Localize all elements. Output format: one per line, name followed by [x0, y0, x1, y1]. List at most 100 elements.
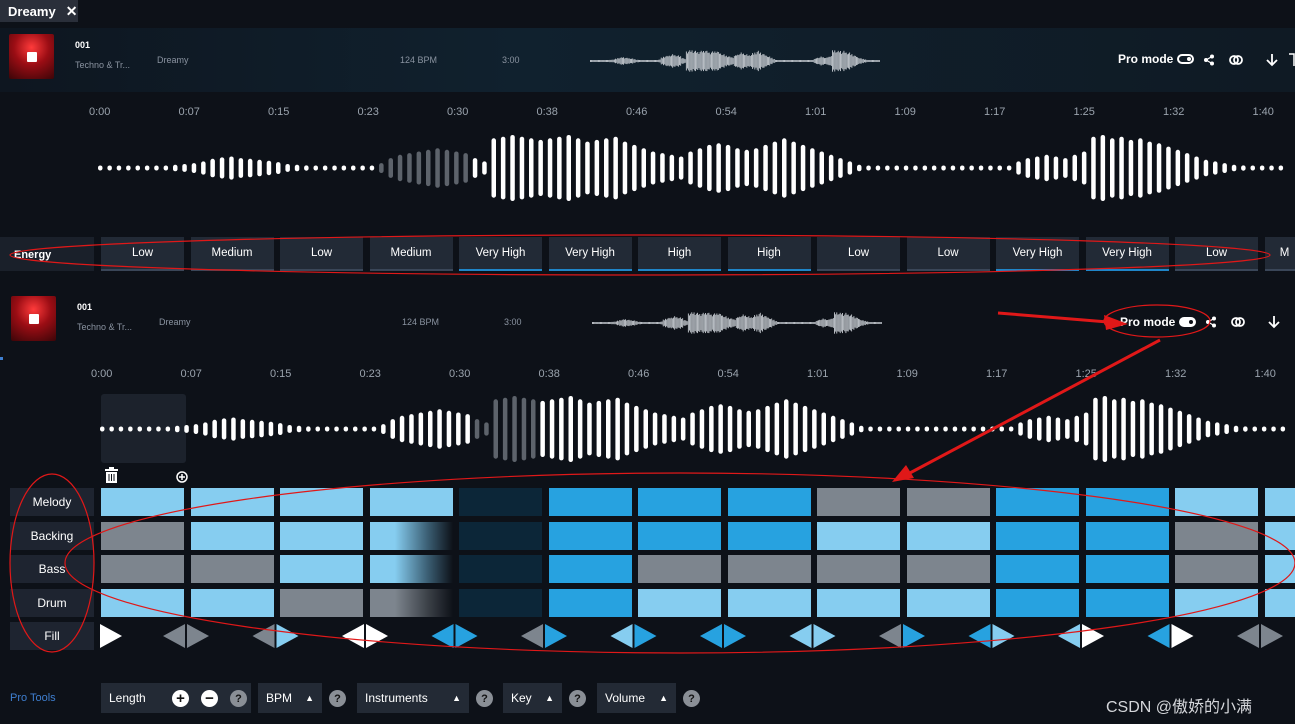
stop-icon[interactable]	[28, 313, 39, 324]
grid-cell[interactable]	[638, 555, 721, 583]
instruments-dropdown[interactable]: Instruments ▲	[357, 683, 469, 713]
grid-cell[interactable]	[906, 488, 990, 516]
grid-cell[interactable]	[369, 521, 453, 550]
grid-cell[interactable]	[101, 488, 184, 516]
fill-triangle-left[interactable]	[163, 624, 185, 648]
share-icon[interactable]	[1205, 316, 1217, 328]
fill-triangle-right[interactable]	[545, 624, 567, 648]
fill-triangle-left[interactable]	[1058, 624, 1080, 648]
grid-cell[interactable]	[727, 521, 811, 550]
energy-cell[interactable]: Very High	[1085, 237, 1169, 271]
help-icon[interactable]: ?	[329, 690, 346, 707]
fill-triangle-left[interactable]	[1147, 624, 1170, 648]
row-label-backing[interactable]: Backing	[10, 521, 94, 550]
fill-triangle-right[interactable]	[992, 624, 1015, 648]
grid-cell[interactable]	[1264, 555, 1295, 583]
fill-triangle-right[interactable]	[455, 624, 478, 648]
fill-triangle-left[interactable]	[700, 624, 722, 648]
minus-icon[interactable]: −	[201, 690, 218, 707]
energy-cell[interactable]: High	[638, 237, 721, 271]
grid-cell[interactable]	[1085, 488, 1169, 516]
grid-cell[interactable]	[190, 555, 274, 583]
fill-triangle-left[interactable]	[610, 624, 633, 648]
grid-cell[interactable]	[280, 588, 363, 617]
grid-cell[interactable]	[1264, 521, 1295, 550]
grid-cell[interactable]	[1085, 555, 1169, 583]
grid-cell[interactable]	[1175, 521, 1258, 550]
grid-cell[interactable]	[906, 555, 990, 583]
fill-triangle-left[interactable]	[252, 624, 275, 648]
energy-cell[interactable]: Very High	[548, 237, 632, 271]
grid-cell[interactable]	[906, 588, 990, 617]
grid-cell[interactable]	[190, 521, 274, 550]
energy-cell[interactable]: High	[727, 237, 811, 271]
fill-triangle-right[interactable]	[1082, 624, 1104, 648]
stop-icon[interactable]	[26, 51, 37, 62]
grid-cell[interactable]	[638, 488, 721, 516]
toggle-switch[interactable]	[1179, 317, 1197, 327]
grid-cell[interactable]	[548, 521, 632, 550]
share-icon[interactable]	[1203, 54, 1215, 66]
link-icon[interactable]	[1229, 53, 1243, 67]
grid-cell[interactable]	[101, 521, 184, 550]
fill-triangle-left[interactable]	[879, 624, 901, 648]
grid-cell[interactable]	[1264, 588, 1295, 617]
more-icon[interactable]	[1288, 53, 1295, 67]
grid-cell[interactable]	[459, 488, 542, 516]
fill-triangle-left[interactable]	[1237, 624, 1259, 648]
energy-cell[interactable]: Very High	[996, 237, 1079, 271]
fill-triangle-left[interactable]	[968, 624, 991, 648]
grid-cell[interactable]	[548, 588, 632, 617]
grid-cell[interactable]	[817, 521, 900, 550]
download-icon[interactable]	[1268, 315, 1280, 329]
grid-cell[interactable]	[727, 488, 811, 516]
tab-dreamy[interactable]: Dreamy ✕	[0, 0, 78, 22]
help-icon[interactable]: ?	[476, 690, 493, 707]
grid-cell[interactable]	[817, 488, 900, 516]
grid-cell[interactable]	[906, 521, 990, 550]
volume-dropdown[interactable]: Volume ▲	[597, 683, 676, 713]
grid-cell[interactable]	[638, 521, 721, 550]
fill-triangle-right[interactable]	[634, 624, 657, 648]
plus-icon[interactable]: +	[172, 690, 189, 707]
grid-cell[interactable]	[996, 588, 1079, 617]
fill-triangle-right[interactable]	[813, 624, 836, 648]
grid-cell[interactable]	[996, 488, 1079, 516]
bpm-dropdown[interactable]: BPM ▲	[258, 683, 322, 713]
fill-triangle-right[interactable]	[1171, 624, 1194, 648]
grid-cell[interactable]	[101, 588, 184, 617]
download-icon[interactable]	[1266, 53, 1278, 67]
grid-cell[interactable]	[459, 588, 542, 617]
energy-cell[interactable]: Very High	[459, 237, 542, 271]
link-icon[interactable]	[1231, 315, 1245, 329]
fill-triangle-left[interactable]	[521, 624, 543, 648]
grid-cell[interactable]	[280, 521, 363, 550]
fill-triangle-right[interactable]	[100, 624, 122, 648]
grid-cell[interactable]	[727, 555, 811, 583]
key-dropdown[interactable]: Key ▲	[503, 683, 562, 713]
fill-triangle-right[interactable]	[366, 624, 388, 648]
row-label-melody[interactable]: Melody	[10, 488, 94, 516]
energy-cell[interactable]: Low	[906, 237, 990, 271]
trash-icon[interactable]	[104, 467, 119, 484]
fill-triangle-right[interactable]	[903, 624, 925, 648]
energy-cell[interactable]: Low	[817, 237, 900, 271]
row-label-bass[interactable]: Bass	[10, 555, 94, 583]
waveform[interactable]	[95, 135, 1295, 201]
close-icon[interactable]: ✕	[66, 3, 78, 20]
grid-cell[interactable]	[190, 488, 274, 516]
fill-triangle-left[interactable]	[431, 624, 454, 648]
fill-triangle-right[interactable]	[1261, 624, 1283, 648]
grid-cell[interactable]	[817, 588, 900, 617]
grid-cell[interactable]	[369, 555, 453, 583]
help-icon[interactable]: ?	[569, 690, 586, 707]
help-icon[interactable]: ?	[230, 690, 247, 707]
fill-triangle-right[interactable]	[187, 624, 209, 648]
mini-waveform[interactable]	[590, 48, 880, 74]
grid-cell[interactable]	[280, 488, 363, 516]
energy-cell[interactable]: M	[1264, 237, 1295, 271]
grid-cell[interactable]	[548, 488, 632, 516]
energy-cell[interactable]: Medium	[190, 237, 274, 271]
fill-triangle-right[interactable]	[276, 624, 299, 648]
grid-cell[interactable]	[996, 555, 1079, 583]
